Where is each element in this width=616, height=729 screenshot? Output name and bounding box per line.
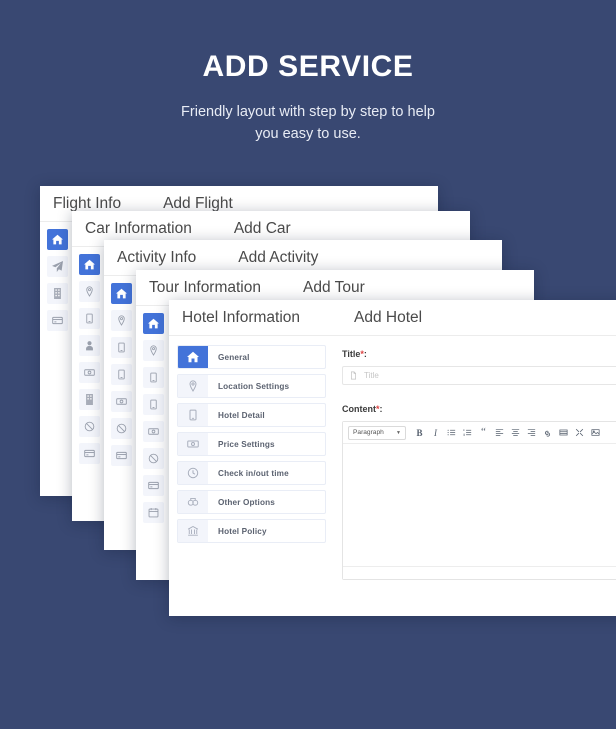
rail-item-home[interactable] <box>47 229 68 250</box>
rail-item-ban[interactable] <box>143 448 164 469</box>
rail-item-building[interactable] <box>79 308 100 329</box>
rail-item-money[interactable] <box>79 362 100 383</box>
format-select-value: Paragraph <box>353 429 384 436</box>
rail-item-building[interactable] <box>143 394 164 415</box>
rail-item-building[interactable] <box>111 337 132 358</box>
card-tour-action[interactable]: Add Tour <box>303 279 365 297</box>
rail-item-building[interactable] <box>79 389 100 410</box>
blockquote-button[interactable]: “ <box>476 425 491 441</box>
location-pin-icon <box>178 375 208 397</box>
rail-item-ban[interactable] <box>79 416 100 437</box>
rail-item-building[interactable] <box>111 364 132 385</box>
sidebar-item-label: Location Settings <box>218 381 290 391</box>
table-button[interactable] <box>556 425 571 441</box>
format-select[interactable]: Paragraph ▼ <box>348 425 406 440</box>
rail-item-location-pin[interactable] <box>111 310 132 331</box>
editor-toolbar: Paragraph ▼ B I “ <box>343 422 616 444</box>
insert-image-button[interactable] <box>588 425 603 441</box>
card-flight-rail <box>40 222 74 347</box>
editor-status-bar <box>343 566 616 579</box>
link-button[interactable] <box>540 425 555 441</box>
content-field-label: Content*: <box>342 404 616 414</box>
rail-item-credit-card[interactable] <box>79 443 100 464</box>
numbered-list-button[interactable] <box>460 425 475 441</box>
sidebar-item-label: Check in/out time <box>218 468 289 478</box>
hotel-body: General Location Settings Hotel Detail P… <box>169 336 616 616</box>
rail-item-home[interactable] <box>111 283 132 304</box>
title-label-text: Title <box>342 349 361 359</box>
sidebar-item-check-in-out-time[interactable]: Check in/out time <box>177 461 326 485</box>
content-editor[interactable]: Paragraph ▼ B I “ <box>342 421 616 580</box>
building-icon <box>178 404 208 426</box>
bullet-list-button[interactable] <box>444 425 459 441</box>
card-hotel-header: Hotel Information Add Hotel <box>169 300 616 336</box>
rail-item-calendar[interactable] <box>143 502 164 523</box>
content-label-colon: : <box>379 404 383 414</box>
rail-item-location-pin[interactable] <box>143 340 164 361</box>
chevron-down-icon: ▼ <box>396 429 401 436</box>
title-input-placeholder: Title <box>364 371 379 380</box>
sidebar-item-label: Other Options <box>218 497 275 507</box>
sidebar-item-other-options[interactable]: Other Options <box>177 490 326 514</box>
card-car-rail <box>72 247 106 480</box>
sidebar-item-general[interactable]: General <box>177 345 326 369</box>
card-hotel[interactable]: Hotel Information Add Hotel General Loca… <box>169 300 616 616</box>
sidebar-item-price-settings[interactable]: Price Settings <box>177 432 326 456</box>
align-left-button[interactable] <box>492 425 507 441</box>
sidebar-item-location-settings[interactable]: Location Settings <box>177 374 326 398</box>
rail-item-credit-card[interactable] <box>143 475 164 496</box>
align-right-button[interactable] <box>524 425 539 441</box>
bold-button[interactable]: B <box>412 425 427 441</box>
align-center-button[interactable] <box>508 425 523 441</box>
italic-button[interactable]: I <box>428 425 443 441</box>
rail-item-user[interactable] <box>79 335 100 356</box>
rail-item-building[interactable] <box>143 367 164 388</box>
rail-item-money[interactable] <box>111 391 132 412</box>
title-field-label: Title*: <box>342 349 616 359</box>
rail-item-location-pin[interactable] <box>79 281 100 302</box>
title-label-colon: : <box>363 349 367 359</box>
rail-item-ban[interactable] <box>111 418 132 439</box>
document-icon <box>350 371 357 380</box>
fullscreen-button[interactable] <box>572 425 587 441</box>
card-hotel-title: Hotel Information <box>182 308 301 326</box>
hotel-sidebar: General Location Settings Hotel Detail P… <box>169 336 334 616</box>
card-activity-rail <box>104 276 138 482</box>
card-tour-rail <box>136 306 170 539</box>
card-car-action[interactable]: Add Car <box>234 220 291 238</box>
card-flight-title: Flight Info <box>53 194 122 212</box>
options-icon <box>178 491 208 513</box>
card-stack: Flight Info Add Flight Car Information A… <box>0 0 616 729</box>
rail-item-paper-plane[interactable] <box>47 256 68 277</box>
card-tour-title: Tour Information <box>149 278 261 296</box>
editor-content-area[interactable] <box>343 444 616 566</box>
home-icon <box>178 346 208 368</box>
card-activity-action[interactable]: Add Activity <box>238 249 318 267</box>
card-car-title: Car Information <box>85 219 192 237</box>
sidebar-item-hotel-detail[interactable]: Hotel Detail <box>177 403 326 427</box>
rail-item-building[interactable] <box>47 283 68 304</box>
form-spacer <box>342 385 616 404</box>
card-hotel-action[interactable]: Add Hotel <box>354 309 422 327</box>
sidebar-item-label: General <box>218 352 250 362</box>
rail-item-home[interactable] <box>143 313 164 334</box>
sidebar-item-hotel-policy[interactable]: Hotel Policy <box>177 519 326 543</box>
money-icon <box>178 433 208 455</box>
hotel-form: Title*: Title Content*: Paragraph ▼ B I … <box>334 336 616 616</box>
rail-item-credit-card[interactable] <box>47 310 68 331</box>
rail-item-home[interactable] <box>79 254 100 275</box>
sidebar-item-label: Hotel Policy <box>218 526 267 536</box>
bank-icon <box>178 520 208 542</box>
title-input[interactable]: Title <box>342 366 616 385</box>
sidebar-item-label: Price Settings <box>218 439 275 449</box>
clock-icon <box>178 462 208 484</box>
card-activity-title: Activity Info <box>117 248 197 266</box>
rail-item-credit-card[interactable] <box>111 445 132 466</box>
rail-item-money[interactable] <box>143 421 164 442</box>
sidebar-item-label: Hotel Detail <box>218 410 265 420</box>
card-flight-action[interactable]: Add Flight <box>163 195 233 213</box>
content-label-text: Content <box>342 404 376 414</box>
